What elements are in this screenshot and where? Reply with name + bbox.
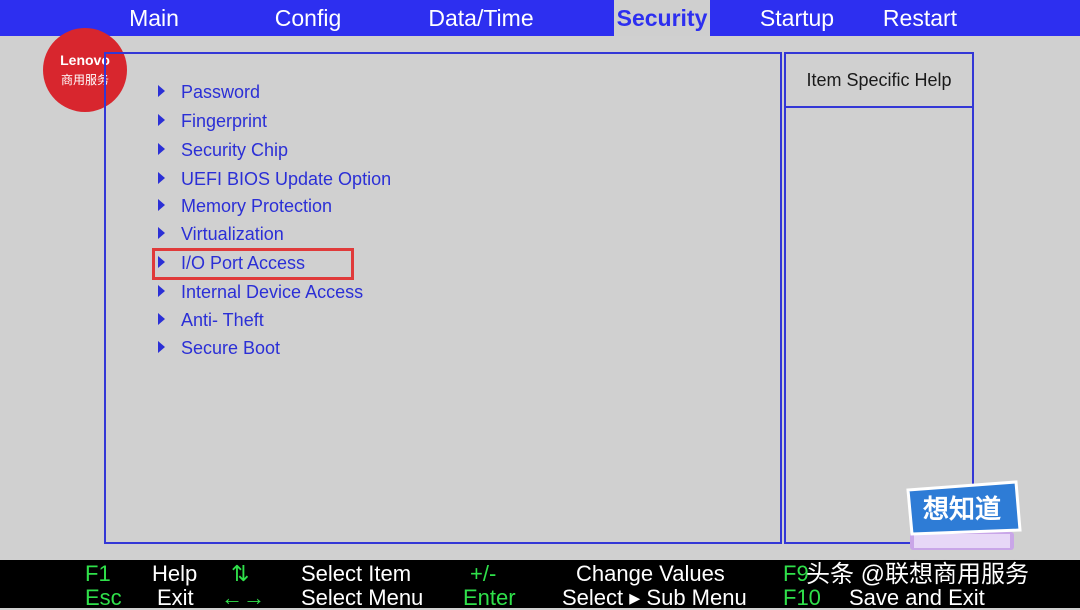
submenu-arrow-icon <box>158 227 165 239</box>
menu-item-virtualization[interactable]: Virtualization <box>158 221 284 247</box>
key-f1: F1 <box>85 561 111 586</box>
key-help-label: Help <box>152 561 198 586</box>
highlight-box <box>152 248 354 280</box>
top-menu-bar: Main Config Data/Time Security Startup R… <box>0 0 1080 36</box>
submenu-arrow-icon <box>158 313 165 325</box>
menu-item-internal-device-access[interactable]: Internal Device Access <box>158 279 363 305</box>
tab-config[interactable]: Config <box>268 0 348 36</box>
leftright-arrows-icon: ←→ <box>221 585 265 610</box>
key-plus-minus: +/- <box>470 561 497 586</box>
submenu-arrow-icon <box>158 172 165 184</box>
menu-item-label: Internal Device Access <box>181 282 364 302</box>
submenu-arrow-icon <box>158 85 165 97</box>
submenu-arrow-icon <box>158 114 165 126</box>
tab-main[interactable]: Main <box>118 0 190 36</box>
key-esc: Esc <box>85 585 122 610</box>
menu-item-fingerprint[interactable]: Fingerprint <box>158 108 267 134</box>
menu-item-secure-boot[interactable]: Secure Boot <box>158 335 280 361</box>
submenu-arrow-icon <box>158 341 165 353</box>
submenu-arrow-icon <box>158 285 165 297</box>
key-enter: Enter <box>463 585 516 610</box>
exit-label: Exit <box>157 585 194 610</box>
submenu-arrow-icon <box>158 199 165 211</box>
menu-item-label: Fingerprint <box>181 111 268 131</box>
select-menu-label: Select Menu <box>301 585 424 610</box>
tab-data-time[interactable]: Data/Time <box>420 0 542 36</box>
key-f9: F9 <box>783 561 809 586</box>
sticker-text: 想知道 <box>923 494 1001 525</box>
menu-item-security-chip[interactable]: Security Chip <box>158 137 288 163</box>
sticker-badge: 想知道 <box>906 480 1022 550</box>
menu-item-label: Anti- Theft <box>181 310 264 330</box>
menu-item-label: UEFI BIOS Update Option <box>181 169 392 189</box>
menu-item-memory-protection[interactable]: Memory Protection <box>158 193 332 219</box>
tab-security[interactable]: Security <box>614 0 710 36</box>
select-submenu-label: Select ▸ Sub Menu <box>562 585 747 610</box>
submenu-arrow-icon <box>158 143 165 155</box>
menu-item-password[interactable]: Password <box>158 79 260 105</box>
toutiao-watermark: 头条 @联想商用服务 <box>806 561 1030 588</box>
help-panel-title: Item Specific Help <box>786 54 972 108</box>
item-specific-help-panel: Item Specific Help <box>784 52 974 544</box>
menu-item-label: Memory Protection <box>181 196 333 216</box>
menu-item-anti-theft[interactable]: Anti- Theft <box>158 307 264 333</box>
updown-arrows-icon: ⇅ <box>231 561 250 586</box>
tab-restart[interactable]: Restart <box>874 0 966 36</box>
menu-item-label: Password <box>181 82 261 102</box>
tab-startup[interactable]: Startup <box>752 0 842 36</box>
menu-item-uefi-bios-update[interactable]: UEFI BIOS Update Option <box>158 166 391 192</box>
select-item-label: Select Item <box>301 561 412 586</box>
menu-item-label: Security Chip <box>181 140 289 160</box>
menu-item-label: Virtualization <box>181 224 284 244</box>
menu-item-label: Secure Boot <box>181 338 281 358</box>
change-values-label: Change Values <box>576 561 725 586</box>
